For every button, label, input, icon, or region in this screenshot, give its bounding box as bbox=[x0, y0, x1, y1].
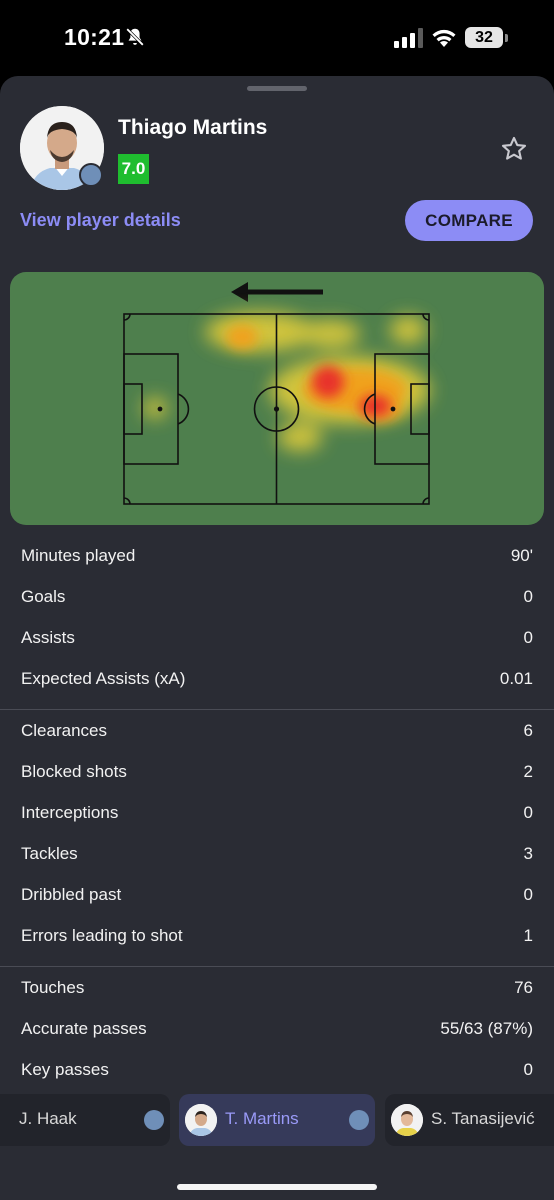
battery-tip bbox=[505, 34, 508, 42]
stat-value: 0 bbox=[523, 803, 533, 822]
stat-value: 2 bbox=[523, 762, 533, 781]
section-divider bbox=[0, 966, 554, 967]
stat-label: Touches bbox=[21, 978, 85, 997]
team-badge-icon bbox=[79, 163, 103, 187]
stat-label: Dribbled past bbox=[21, 885, 122, 904]
player-photo-icon bbox=[185, 1104, 217, 1136]
stat-label: Errors leading to shot bbox=[21, 926, 183, 945]
wifi-icon bbox=[432, 29, 456, 47]
stat-value: 0 bbox=[523, 628, 533, 647]
stat-row-dribbled-past: Dribbled past 0 bbox=[0, 875, 554, 915]
stat-row-tackles: Tackles 3 bbox=[0, 834, 554, 874]
stat-row-clearances: Clearances 6 bbox=[0, 711, 554, 751]
stat-label: Assists bbox=[21, 628, 75, 647]
switcher-chip-name: T. Martins bbox=[225, 1109, 299, 1128]
stat-value: 0 bbox=[523, 587, 533, 606]
player-photo-icon bbox=[391, 1104, 423, 1136]
stat-row-assists: Assists 0 bbox=[0, 618, 554, 658]
heatmap-card bbox=[10, 272, 544, 525]
stat-row-expected-assists: Expected Assists (xA) 0.01 bbox=[0, 659, 554, 699]
stat-value: 55/63 (87%) bbox=[440, 1019, 533, 1038]
switcher-chip-name: J. Haak bbox=[19, 1109, 77, 1128]
attack-direction-arrow-icon bbox=[231, 282, 323, 302]
stat-row-goals: Goals 0 bbox=[0, 577, 554, 617]
stat-row-interceptions: Interceptions 0 bbox=[0, 793, 554, 833]
player-name: Thiago Martins bbox=[118, 116, 268, 139]
stat-value: 0.01 bbox=[499, 669, 533, 688]
stat-value: 90' bbox=[510, 546, 533, 565]
stat-row-minutes-played: Minutes played 90' bbox=[0, 536, 554, 576]
stat-row-errors-leading-to-shot: Errors leading to shot 1 bbox=[0, 916, 554, 956]
team-badge-icon bbox=[144, 1110, 164, 1130]
stat-row-key-passes: Key passes 0 bbox=[0, 1050, 554, 1090]
player-switcher: J. Haak T. Martins S. Tanasijević bbox=[0, 1094, 554, 1152]
stat-label: Expected Assists (xA) bbox=[21, 669, 186, 688]
sheet-grabber-handle[interactable] bbox=[247, 86, 307, 91]
stat-label: Goals bbox=[21, 587, 66, 606]
avatar bbox=[391, 1104, 423, 1136]
home-indicator bbox=[177, 1184, 377, 1190]
stat-row-blocked-shots: Blocked shots 2 bbox=[0, 752, 554, 792]
switcher-chip-j-haak[interactable]: J. Haak bbox=[0, 1094, 170, 1146]
stat-value: 76 bbox=[514, 978, 533, 997]
stat-value: 0 bbox=[523, 1060, 533, 1079]
stat-label: Clearances bbox=[21, 721, 107, 740]
stat-label: Key passes bbox=[21, 1060, 109, 1079]
stat-label: Blocked shots bbox=[21, 762, 127, 781]
battery-icon: 32 bbox=[465, 27, 503, 48]
heat-zones bbox=[143, 312, 430, 451]
heatmap-pitch bbox=[123, 282, 430, 505]
stat-row-touches: Touches 76 bbox=[0, 968, 554, 1008]
switcher-chip-t-martins[interactable]: T. Martins bbox=[179, 1094, 375, 1146]
status-time: 10:21 bbox=[64, 24, 125, 50]
stat-value: 6 bbox=[523, 721, 533, 740]
stat-row-accurate-passes: Accurate passes 55/63 (87%) bbox=[0, 1009, 554, 1049]
view-player-details-link[interactable]: View player details bbox=[20, 210, 181, 231]
status-bar: 10:21 32 bbox=[0, 0, 554, 76]
stat-label: Interceptions bbox=[21, 803, 119, 822]
switcher-chip-name: S. Tanasijević bbox=[431, 1109, 535, 1128]
stat-value: 3 bbox=[523, 844, 533, 863]
switcher-chip-s-tanasijevic[interactable]: S. Tanasijević bbox=[385, 1094, 554, 1146]
section-divider bbox=[0, 709, 554, 710]
stat-label: Tackles bbox=[21, 844, 78, 863]
bell-muted-icon bbox=[126, 28, 144, 46]
avatar bbox=[185, 1104, 217, 1136]
stat-label: Accurate passes bbox=[21, 1019, 147, 1038]
stat-value: 0 bbox=[523, 885, 533, 904]
stat-value: 1 bbox=[523, 926, 533, 945]
player-sheet: Thiago Martins 7.0 View player details C… bbox=[0, 76, 554, 1200]
team-badge-icon bbox=[349, 1110, 369, 1130]
player-rating-badge: 7.0 bbox=[118, 154, 149, 184]
cell-signal-icon bbox=[394, 28, 423, 48]
stat-label: Minutes played bbox=[21, 546, 136, 565]
compare-button[interactable]: COMPARE bbox=[405, 200, 533, 241]
favorite-star-icon[interactable] bbox=[500, 135, 528, 163]
